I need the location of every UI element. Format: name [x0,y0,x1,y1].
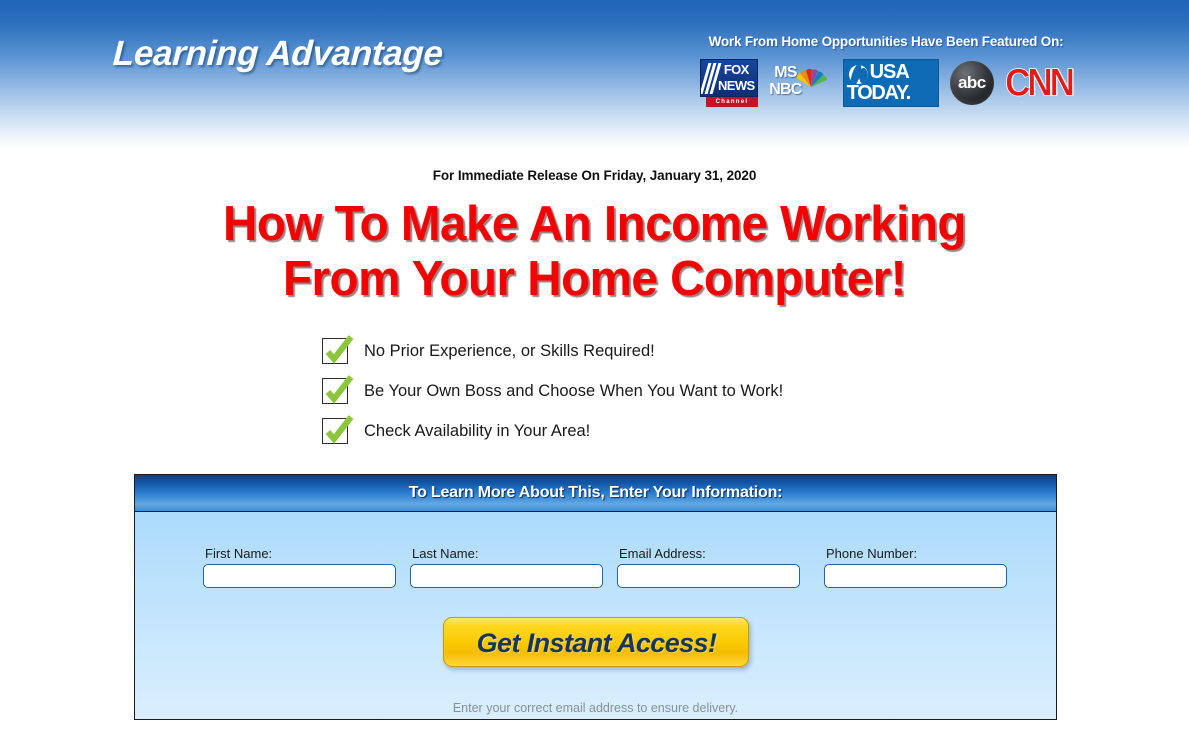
media-featured-block: Work From Home Opportunities Have Been F… [700,34,1075,108]
form-note: Enter your correct email address to ensu… [452,701,739,715]
list-item: Be Your Own Boss and Choose When You Wan… [322,375,1189,405]
media-featured-caption: Work From Home Opportunities Have Been F… [708,34,1064,49]
benefit-label: Be Your Own Boss and Choose When You Wan… [364,381,784,400]
fox-news-line2: NEWS [718,78,755,93]
check-glyph [325,415,354,444]
form-fields-row: First Name: Last Name: Email Address: Ph… [203,546,1056,588]
headline-line-1: How To Make An Income Working [223,197,966,251]
phone-field[interactable] [824,564,1007,588]
green-check-icon [322,375,354,404]
msnbc-logo-icon: MS NBC [769,60,831,106]
email-field[interactable] [617,564,800,588]
fox-news-slashes-icon [701,63,722,94]
green-check-icon [322,415,354,444]
email-label: Email Address: [619,546,706,561]
fox-news-box: FOX NEWS [700,59,758,97]
benefit-list: No Prior Experience, or Skills Required!… [0,335,1189,445]
nbc-peacock-icon [796,69,828,87]
get-instant-access-button[interactable]: Get Instant Access! [442,617,749,667]
first-name-label: First Name: [205,546,273,561]
form-header-bar: To Learn More About This, Enter Your Inf… [135,475,1056,512]
abc-logo-icon: abc [949,61,994,105]
first-name-input[interactable] [203,564,396,588]
page-headline: How To Make An Income Working From Your … [18,197,1171,307]
email-field-group: Email Address: [617,546,814,588]
phone-label: Phone Number: [826,546,918,561]
cnn-logo-icon: CNN [1005,60,1075,105]
site-logo: Learning Advantage [112,34,444,73]
fox-news-wordmark: FOX NEWS [718,62,755,94]
check-glyph [325,375,354,404]
fox-news-line1: FOX [723,62,750,77]
fox-news-logo-icon: FOX NEWS Channel [700,59,758,107]
usa-today-line2: TODAY. [846,82,912,104]
headline-line-2: From Your Home Computer! [282,252,907,306]
release-date: For Immediate Release On Friday, January… [432,168,757,183]
last-name-label: Last Name: [412,546,479,561]
benefit-label: No Prior Experience, or Skills Required! [364,341,655,360]
usa-today-line1: USA [869,61,910,83]
benefit-label: Check Availability in Your Area! [364,421,591,440]
fox-news-channel-bar: Channel [706,97,758,107]
form-title: To Learn More About This, Enter Your Inf… [408,484,783,501]
list-item: Check Availability in Your Area! [322,415,1189,445]
last-name-field-group: Last Name: [410,546,607,588]
media-logo-list: FOX NEWS Channel MS NBC USA TODAY. abc C… [700,58,1075,108]
last-name-input[interactable] [410,564,603,588]
page-header: Learning Advantage Work From Home Opport… [0,0,1189,148]
cta-label: Get Instant Access! [476,628,717,658]
list-item: No Prior Experience, or Skills Required! [322,335,1189,365]
abc-wordmark: abc [957,73,986,92]
green-check-icon [322,335,354,364]
phone-field-group: Phone Number: [824,546,1021,588]
cta-container: Get Instant Access! [135,617,1056,671]
first-name-field-group: First Name: [203,546,400,588]
usa-today-logo-icon: USA TODAY. [842,59,939,107]
lead-capture-form: To Learn More About This, Enter Your Inf… [134,474,1057,720]
check-glyph [325,335,354,364]
